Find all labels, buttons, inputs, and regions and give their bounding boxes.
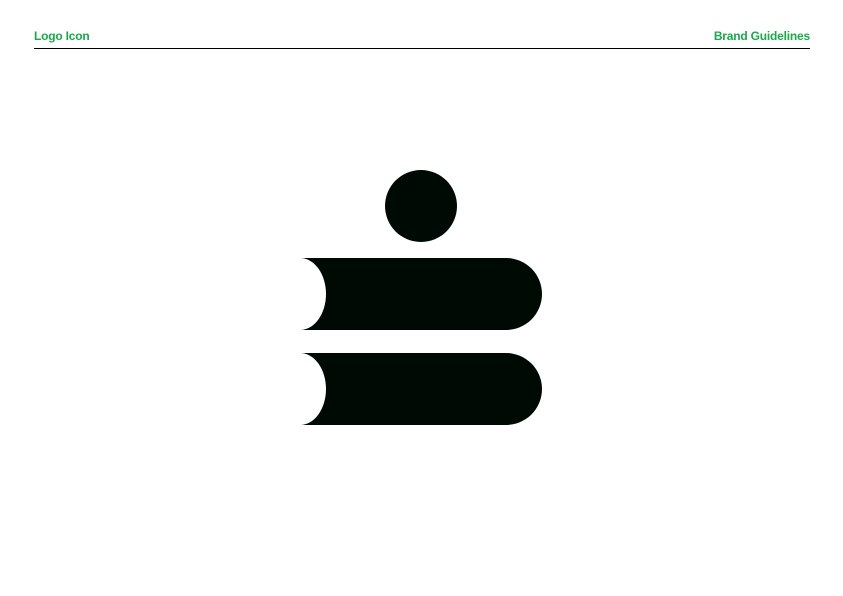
logo-head-circle xyxy=(385,170,457,242)
logo-top-bar xyxy=(300,258,542,330)
page-header: Logo Icon Brand Guidelines xyxy=(34,28,810,49)
logo-bottom-bar xyxy=(300,353,542,425)
logo-icon xyxy=(300,170,542,425)
section-title: Logo Icon xyxy=(34,29,90,43)
brand-guidelines-page: Logo Icon Brand Guidelines xyxy=(0,0,843,596)
document-title: Brand Guidelines xyxy=(713,29,810,43)
